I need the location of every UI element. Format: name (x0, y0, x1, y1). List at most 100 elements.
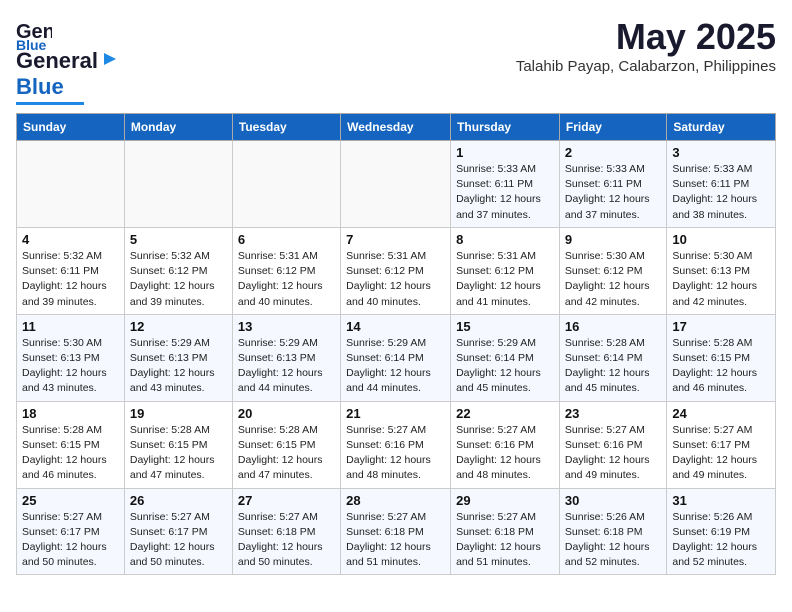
calendar-cell: 13 Sunrise: 5:29 AMSunset: 6:13 PMDayligh… (232, 314, 340, 401)
weekday-header-row: SundayMondayTuesdayWednesdayThursdayFrid… (17, 114, 776, 141)
logo-blue-text: Blue (16, 74, 64, 100)
calendar-cell: 8 Sunrise: 5:31 AMSunset: 6:12 PMDaylight… (451, 227, 560, 314)
day-number: 30 (565, 493, 661, 508)
day-number: 22 (456, 406, 554, 421)
day-number: 12 (130, 319, 227, 334)
day-number: 29 (456, 493, 554, 508)
day-info: Sunrise: 5:30 AMSunset: 6:12 PMDaylight:… (565, 249, 661, 310)
day-number: 25 (22, 493, 119, 508)
calendar-table: SundayMondayTuesdayWednesdayThursdayFrid… (16, 113, 776, 575)
day-info: Sunrise: 5:27 AMSunset: 6:16 PMDaylight:… (346, 423, 445, 484)
calendar-cell: 23Sunrise: 5:27 AMSunset: 6:16 PMDayligh… (559, 401, 666, 488)
day-info: Sunrise: 5:27 AMSunset: 6:16 PMDaylight:… (565, 423, 661, 484)
day-info: Sunrise: 5:28 AMSunset: 6:15 PMDaylight:… (130, 423, 227, 484)
day-number: 6 (238, 232, 335, 247)
location-subtitle: Talahib Payap, Calabarzon, Philippines (516, 58, 776, 75)
day-number: 24 (672, 406, 770, 421)
day-info: Sunrise: 5:29 AMSunset: 6:13 PMDaylight:… (238, 336, 335, 397)
day-number: 14 (346, 319, 445, 334)
day-info: Sunrise: 5:30 AMSunset: 6:13 PMDaylight:… (672, 249, 770, 310)
header: General Blue General Blue May 2025 Talah… (16, 16, 776, 105)
day-number: 21 (346, 406, 445, 421)
day-number: 13 (238, 319, 335, 334)
day-info: Sunrise: 5:27 AMSunset: 6:18 PMDaylight:… (238, 510, 335, 571)
weekday-header-tuesday: Tuesday (232, 114, 340, 141)
day-number: 8 (456, 232, 554, 247)
day-number: 31 (672, 493, 770, 508)
calendar-cell: 25 Sunrise: 5:27 AMSunset: 6:17 PMDayligh… (17, 488, 125, 575)
day-number: 10 (672, 232, 770, 247)
calendar-week-row: 1 Sunrise: 5:33 AMSunset: 6:11 PMDaylight… (17, 141, 776, 228)
calendar-cell: 27 Sunrise: 5:27 AMSunset: 6:18 PMDayligh… (232, 488, 340, 575)
calendar-cell: 29 Sunrise: 5:27 AMSunset: 6:18 PMDayligh… (451, 488, 560, 575)
day-info: Sunrise: 5:30 AMSunset: 6:13 PMDaylight:… (22, 336, 119, 397)
day-number: 28 (346, 493, 445, 508)
day-info: Sunrise: 5:28 AMSunset: 6:15 PMDaylight:… (672, 336, 770, 397)
logo-general-text: General (16, 48, 98, 74)
calendar-cell: 16 Sunrise: 5:28 AMSunset: 6:14 PMDayligh… (559, 314, 666, 401)
day-number: 11 (22, 319, 119, 334)
calendar-week-row: 18 Sunrise: 5:28 AMSunset: 6:15 PMDayligh… (17, 401, 776, 488)
day-info: Sunrise: 5:28 AMSunset: 6:15 PMDaylight:… (238, 423, 335, 484)
calendar-cell: 18Sunrise: 5:28 AMSunset: 6:15 PMDayligh… (17, 401, 125, 488)
calendar-cell (124, 141, 232, 228)
day-info: Sunrise: 5:27 AMSunset: 6:17 PMDaylight:… (22, 510, 119, 571)
calendar-cell: 9Sunrise: 5:30 AMSunset: 6:12 PMDaylight… (559, 227, 666, 314)
day-number: 2 (565, 145, 661, 160)
day-number: 5 (130, 232, 227, 247)
day-info: Sunrise: 5:31 AMSunset: 6:12 PMDaylight:… (456, 249, 554, 310)
calendar-cell: 5 Sunrise: 5:32 AMSunset: 6:12 PMDaylight… (124, 227, 232, 314)
day-number: 16 (565, 319, 661, 334)
day-info: Sunrise: 5:27 AMSunset: 6:18 PMDaylight:… (456, 510, 554, 571)
day-info: Sunrise: 5:32 AMSunset: 6:12 PMDaylight:… (130, 249, 227, 310)
day-number: 7 (346, 232, 445, 247)
weekday-header-monday: Monday (124, 114, 232, 141)
day-info: Sunrise: 5:33 AMSunset: 6:11 PMDaylight:… (456, 162, 554, 223)
day-info: Sunrise: 5:29 AMSunset: 6:14 PMDaylight:… (346, 336, 445, 397)
title-area: May 2025 Talahib Payap, Calabarzon, Phil… (516, 16, 776, 75)
calendar-cell: 21 Sunrise: 5:27 AMSunset: 6:16 PMDayligh… (341, 401, 451, 488)
day-info: Sunrise: 5:31 AMSunset: 6:12 PMDaylight:… (346, 249, 445, 310)
calendar-cell: 2 Sunrise: 5:33 AMSunset: 6:11 PMDaylight… (559, 141, 666, 228)
calendar-cell: 6 Sunrise: 5:31 AMSunset: 6:12 PMDaylight… (232, 227, 340, 314)
day-info: Sunrise: 5:32 AMSunset: 6:11 PMDaylight:… (22, 249, 119, 310)
day-number: 15 (456, 319, 554, 334)
calendar-cell: 20 Sunrise: 5:28 AMSunset: 6:15 PMDayligh… (232, 401, 340, 488)
calendar-cell: 19Sunrise: 5:28 AMSunset: 6:15 PMDayligh… (124, 401, 232, 488)
day-info: Sunrise: 5:31 AMSunset: 6:12 PMDaylight:… (238, 249, 335, 310)
calendar-cell: 3 Sunrise: 5:33 AMSunset: 6:11 PMDaylight… (667, 141, 776, 228)
day-info: Sunrise: 5:33 AMSunset: 6:11 PMDaylight:… (565, 162, 661, 223)
calendar-cell: 11 Sunrise: 5:30 AMSunset: 6:13 PMDayligh… (17, 314, 125, 401)
day-info: Sunrise: 5:26 AMSunset: 6:19 PMDaylight:… (672, 510, 770, 571)
calendar-cell: 24Sunrise: 5:27 AMSunset: 6:17 PMDayligh… (667, 401, 776, 488)
calendar-cell: 17 Sunrise: 5:28 AMSunset: 6:15 PMDayligh… (667, 314, 776, 401)
calendar-week-row: 11 Sunrise: 5:30 AMSunset: 6:13 PMDayligh… (17, 314, 776, 401)
calendar-cell: 10 Sunrise: 5:30 AMSunset: 6:13 PMDayligh… (667, 227, 776, 314)
day-number: 1 (456, 145, 554, 160)
calendar-cell: 14 Sunrise: 5:29 AMSunset: 6:14 PMDayligh… (341, 314, 451, 401)
weekday-header-sunday: Sunday (17, 114, 125, 141)
calendar-cell (341, 141, 451, 228)
calendar-week-row: 25 Sunrise: 5:27 AMSunset: 6:17 PMDayligh… (17, 488, 776, 575)
day-info: Sunrise: 5:27 AMSunset: 6:16 PMDaylight:… (456, 423, 554, 484)
day-number: 20 (238, 406, 335, 421)
day-number: 17 (672, 319, 770, 334)
month-title: May 2025 (516, 16, 776, 58)
day-number: 27 (238, 493, 335, 508)
day-number: 4 (22, 232, 119, 247)
day-info: Sunrise: 5:29 AMSunset: 6:14 PMDaylight:… (456, 336, 554, 397)
day-number: 3 (672, 145, 770, 160)
day-info: Sunrise: 5:29 AMSunset: 6:13 PMDaylight:… (130, 336, 227, 397)
weekday-header-saturday: Saturday (667, 114, 776, 141)
calendar-cell: 26Sunrise: 5:27 AMSunset: 6:17 PMDayligh… (124, 488, 232, 575)
calendar-cell: 30Sunrise: 5:26 AMSunset: 6:18 PMDayligh… (559, 488, 666, 575)
calendar-cell (232, 141, 340, 228)
calendar-cell (17, 141, 125, 228)
day-number: 18 (22, 406, 119, 421)
day-number: 26 (130, 493, 227, 508)
calendar-cell: 1 Sunrise: 5:33 AMSunset: 6:11 PMDaylight… (451, 141, 560, 228)
day-info: Sunrise: 5:33 AMSunset: 6:11 PMDaylight:… (672, 162, 770, 223)
day-info: Sunrise: 5:28 AMSunset: 6:14 PMDaylight:… (565, 336, 661, 397)
calendar-cell: 7 Sunrise: 5:31 AMSunset: 6:12 PMDaylight… (341, 227, 451, 314)
calendar-cell: 15 Sunrise: 5:29 AMSunset: 6:14 PMDayligh… (451, 314, 560, 401)
